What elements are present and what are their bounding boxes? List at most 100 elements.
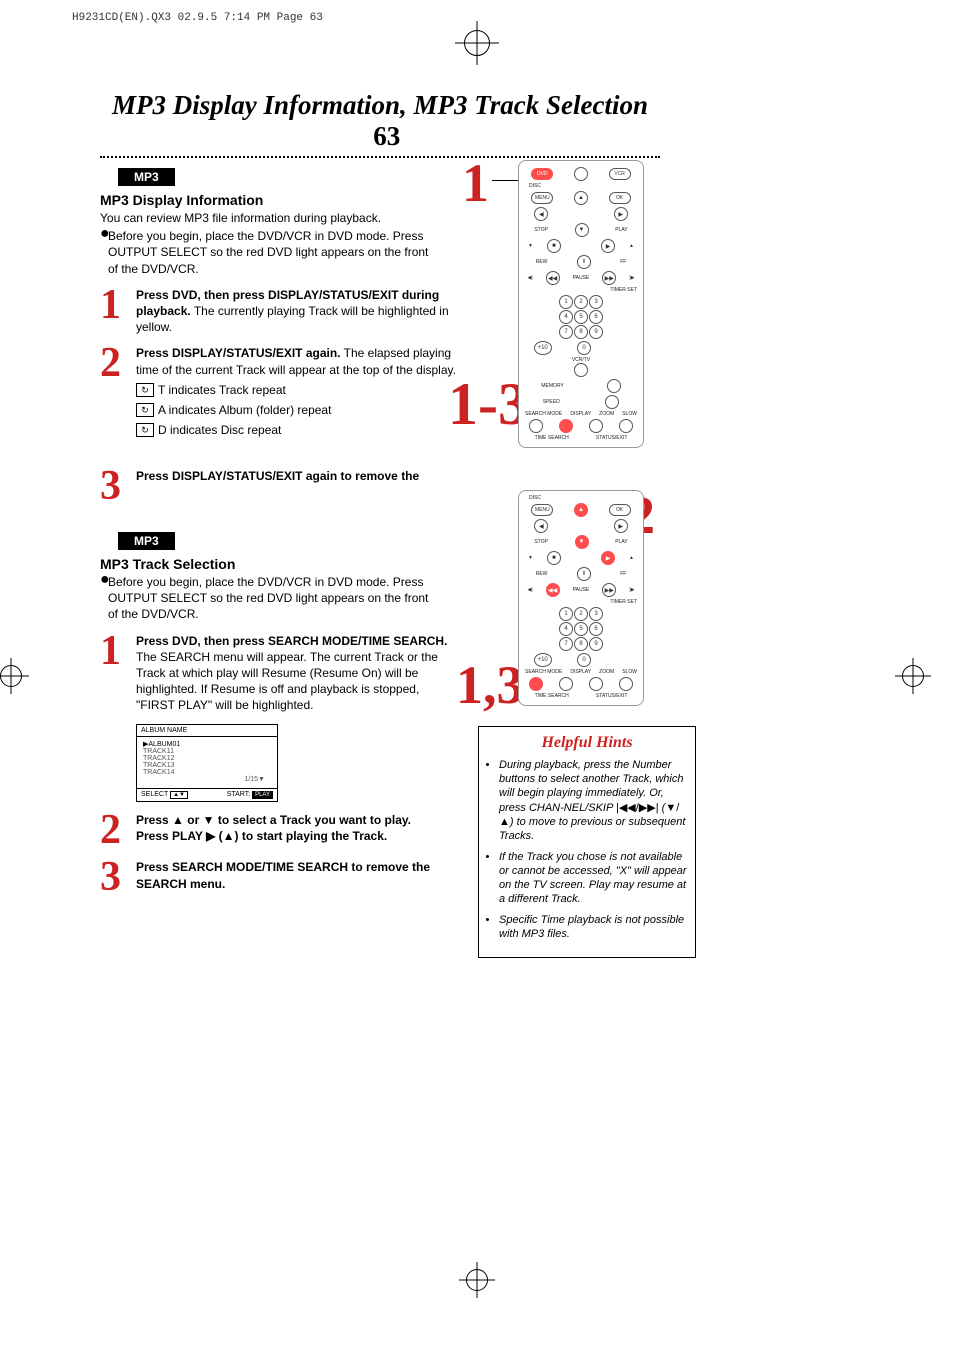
s2s2-t1: Press — [136, 813, 172, 827]
step-number-1b: 1 — [100, 633, 136, 714]
pause-button: ‖ — [577, 567, 591, 581]
section1-step1: 1 Press DVD, then press DISPLAY/STATUS/E… — [100, 287, 460, 336]
down-button: ▼ — [575, 535, 589, 549]
display-button — [559, 677, 573, 691]
num-6: 6 — [589, 310, 603, 324]
up-button: ▲ — [574, 503, 588, 517]
osd-footer: SELECT ▲▼ START: PLAY — [137, 788, 277, 801]
status-label: STATUS/EXIT — [596, 693, 627, 699]
status-label: STATUS/EXIT — [596, 435, 627, 441]
play-chip-icon: PLAY — [252, 791, 273, 799]
hint-1: During playback, press the Number button… — [499, 758, 687, 844]
num-1: 1 — [559, 295, 573, 309]
zoom-button — [589, 419, 603, 433]
osd-track: TRACK12 — [143, 755, 271, 762]
ok-button: OK — [609, 192, 631, 204]
hint-3: Specific Time playback is not possible w… — [499, 913, 687, 942]
s2-step1-bold: Press DVD, then press SEARCH MODE/TIME S… — [136, 634, 447, 648]
menu-button: MENU — [531, 504, 553, 516]
num-5: 5 — [574, 622, 588, 636]
s2s2-t5: ( — [215, 829, 222, 843]
stop-button: ■ — [547, 551, 561, 565]
num-8: 8 — [574, 325, 588, 339]
remote-diagram-1: DVD VCR DISC MENU ▲ OK ◀ ▶ STOP ▼ PLAY ▼… — [518, 160, 644, 448]
num-0: 0 — [577, 341, 591, 355]
hint1-c: ) to move to previous or subsequent Trac… — [499, 816, 685, 842]
left-button: ◀ — [534, 519, 548, 533]
s2s2-t4: Press PLAY — [136, 829, 206, 843]
menu-button: MENU — [531, 192, 553, 204]
bullet-icon: ● — [100, 228, 108, 277]
display-button — [559, 419, 573, 433]
section1-bullet: ● Before you begin, place the DVD/VCR in… — [100, 228, 440, 277]
page-number: 63 — [360, 121, 401, 151]
mp3-tag-2: MP3 — [118, 532, 175, 550]
repeat-t-line: ↻ T indicates Track repeat — [136, 382, 460, 398]
num-9: 9 — [589, 637, 603, 651]
mp3-tag-1: MP3 — [118, 168, 175, 186]
helpful-hints-box: Helpful Hints During playback, press the… — [478, 726, 696, 958]
pause-button: ‖ — [577, 255, 591, 269]
search-button — [529, 419, 543, 433]
step-number-3b: 3 — [100, 859, 136, 897]
speed-label: SPEED — [543, 399, 560, 405]
osd-header: ALBUM NAME — [137, 725, 277, 737]
num-2: 2 — [574, 295, 588, 309]
bottom-crop-mark — [466, 1269, 488, 1291]
power-button — [574, 167, 588, 181]
s2s2-t6: ) to start playing the Track. — [235, 829, 388, 843]
ff-button: ▶▶ — [602, 271, 616, 285]
dvd-button: DVD — [531, 168, 553, 180]
num-3: 3 — [589, 607, 603, 621]
vcrtv-button — [574, 363, 588, 377]
section1-intro: You can review MP3 file information duri… — [100, 210, 440, 226]
num-3: 3 — [589, 295, 603, 309]
ok-button: OK — [609, 504, 631, 516]
display-label: DISPLAY — [570, 411, 591, 417]
num-4: 4 — [559, 310, 573, 324]
right-button: ▶ — [614, 519, 628, 533]
title-text: MP3 Display Information, MP3 Track Selec… — [112, 90, 648, 120]
hint-2: If the Track you chose is not available … — [499, 850, 687, 907]
osd-pages: 1/15▼ — [143, 776, 271, 785]
step-number-1: 1 — [100, 287, 136, 336]
slow-button — [619, 677, 633, 691]
play-label: PLAY — [615, 539, 627, 545]
s2-step1-rest: The SEARCH menu will appear. The current… — [136, 650, 438, 713]
repeat-icon: ↻ — [136, 403, 154, 417]
osd-ftr-select: SELECT — [141, 791, 168, 798]
pause-label: PAUSE — [573, 275, 590, 281]
repeat-a-line: ↻ A indicates Album (folder) repeat — [136, 402, 460, 418]
repeat-t-text: T indicates Track repeat — [158, 382, 286, 398]
left-button: ◀ — [534, 207, 548, 221]
rew-label: REW — [536, 259, 548, 265]
stop-label: STOP — [534, 227, 548, 233]
zoom-label: ZOOM — [599, 411, 614, 417]
slow-button — [619, 419, 633, 433]
timer-label: TIMER SET — [521, 287, 641, 293]
down-button: ▼ — [575, 223, 589, 237]
speed-button — [605, 395, 619, 409]
ff-label: FF — [620, 571, 626, 577]
plus10: +10 — [534, 341, 552, 355]
section2-bullet-text: Before you begin, place the DVD/VCR in D… — [108, 574, 440, 623]
right-button: ▶ — [614, 207, 628, 221]
repeat-icon: ↻ — [136, 423, 154, 437]
callout-1-3: 1-3 — [448, 370, 528, 439]
stop-button: ■ — [547, 239, 561, 253]
ff-button: ▶▶ — [602, 583, 616, 597]
osd-album: ▶ALBUM01 — [143, 740, 271, 748]
play-icon: ▶ — [206, 829, 215, 843]
section1-step2: 2 Press DISPLAY/STATUS/EXIT again. The e… — [100, 345, 460, 442]
callout-line — [492, 180, 520, 181]
ff-label: FF — [620, 259, 626, 265]
section1-bullet-text: Before you begin, place the DVD/VCR in D… — [108, 228, 440, 277]
s2s2-t2: or — [184, 813, 203, 827]
up-down-icon: ▲▼ — [170, 791, 188, 799]
s2-step3-bold: Press SEARCH MODE/TIME SEARCH to remove … — [136, 860, 430, 890]
num-5: 5 — [574, 310, 588, 324]
num-0: 0 — [577, 653, 591, 667]
osd-track: TRACK13 — [143, 762, 271, 769]
memory-button — [607, 379, 621, 393]
doc-meta-line: H9231CD(EN).QX3 02.9.5 7:14 PM Page 63 — [72, 12, 323, 24]
